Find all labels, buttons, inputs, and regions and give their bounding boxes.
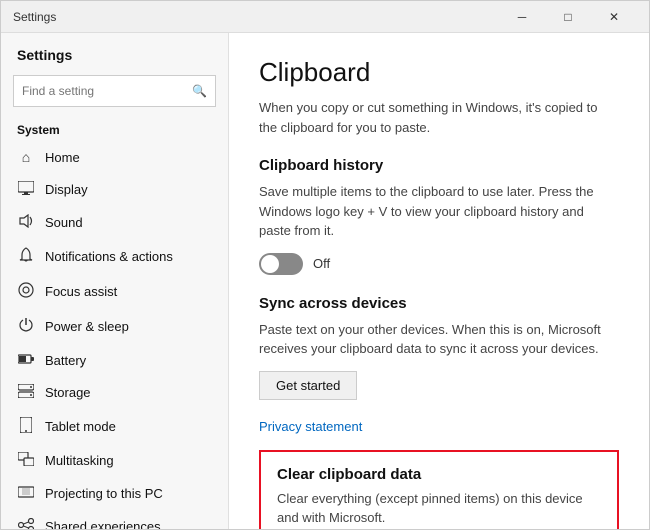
sidebar-item-display[interactable]: Display: [1, 173, 228, 206]
window-title: Settings: [13, 10, 499, 24]
sidebar: Settings 🔍 System ⌂ Home Display: [1, 33, 229, 529]
page-title: Clipboard: [259, 57, 619, 88]
clear-clipboard-title: Clear clipboard data: [277, 466, 601, 483]
minimize-button[interactable]: ─: [499, 1, 545, 33]
sync-devices-desc: Paste text on your other devices. When t…: [259, 320, 619, 359]
sound-icon: [17, 214, 35, 231]
sidebar-item-shared-experiences[interactable]: Shared experiences: [1, 510, 228, 529]
multitasking-icon: [17, 452, 35, 469]
sidebar-item-label: Projecting to this PC: [45, 486, 163, 501]
sidebar-section-title: System: [1, 117, 228, 141]
sidebar-item-label: Multitasking: [45, 453, 114, 468]
clear-clipboard-desc: Clear everything (except pinned items) o…: [277, 489, 601, 528]
title-bar: Settings ─ □ ✕: [1, 1, 649, 33]
sidebar-item-storage[interactable]: Storage: [1, 376, 228, 409]
projecting-icon: [17, 485, 35, 502]
battery-icon: [17, 352, 35, 368]
sidebar-item-power-sleep[interactable]: Power & sleep: [1, 309, 228, 344]
sidebar-item-focus-assist[interactable]: Focus assist: [1, 274, 228, 309]
notifications-icon: [17, 247, 35, 266]
get-started-button[interactable]: Get started: [259, 371, 357, 400]
settings-window: Settings ─ □ ✕ Settings 🔍 System ⌂ Home: [0, 0, 650, 530]
search-box[interactable]: 🔍: [13, 75, 216, 107]
sidebar-item-label: Power & sleep: [45, 319, 129, 334]
clipboard-history-toggle-row: Off: [259, 253, 619, 275]
clear-clipboard-section: Clear clipboard data Clear everything (e…: [259, 450, 619, 530]
sync-devices-title: Sync across devices: [259, 295, 619, 312]
sidebar-item-label: Focus assist: [45, 284, 117, 299]
clipboard-history-title: Clipboard history: [259, 157, 619, 174]
search-input[interactable]: [22, 84, 192, 98]
sidebar-item-sound[interactable]: Sound: [1, 206, 228, 239]
maximize-button[interactable]: □: [545, 1, 591, 33]
sidebar-scroll: ⌂ Home Display Sound: [1, 141, 228, 529]
toggle-knob: [261, 255, 279, 273]
power-icon: [17, 317, 35, 336]
home-icon: ⌂: [17, 149, 35, 165]
sidebar-item-battery[interactable]: Battery: [1, 344, 228, 376]
display-icon: [17, 181, 35, 198]
focus-assist-icon: [17, 282, 35, 301]
sidebar-item-label: Notifications & actions: [45, 249, 173, 264]
main-content: Clipboard When you copy or cut something…: [229, 33, 649, 529]
clipboard-history-desc: Save multiple items to the clipboard to …: [259, 182, 619, 241]
sidebar-item-label: Shared experiences: [45, 519, 161, 529]
sidebar-item-multitasking[interactable]: Multitasking: [1, 444, 228, 477]
sidebar-item-label: Tablet mode: [45, 419, 116, 434]
sidebar-item-label: Home: [45, 150, 80, 165]
sidebar-item-projecting[interactable]: Projecting to this PC: [1, 477, 228, 510]
storage-icon: [17, 384, 35, 401]
tablet-icon: [17, 417, 35, 436]
page-description: When you copy or cut something in Window…: [259, 98, 619, 137]
sidebar-app-title: Settings: [1, 33, 228, 71]
clipboard-history-toggle[interactable]: [259, 253, 303, 275]
toggle-state-label: Off: [313, 256, 330, 271]
close-button[interactable]: ✕: [591, 1, 637, 33]
sidebar-item-home[interactable]: ⌂ Home: [1, 141, 228, 173]
sidebar-item-notifications[interactable]: Notifications & actions: [1, 239, 228, 274]
window-controls: ─ □ ✕: [499, 1, 637, 33]
sidebar-item-tablet-mode[interactable]: Tablet mode: [1, 409, 228, 444]
privacy-statement-link[interactable]: Privacy statement: [259, 419, 362, 434]
shared-icon: [17, 518, 35, 529]
sidebar-item-label: Storage: [45, 385, 91, 400]
sidebar-item-label: Sound: [45, 215, 83, 230]
search-icon: 🔍: [192, 84, 207, 98]
sidebar-item-label: Display: [45, 182, 88, 197]
sidebar-item-label: Battery: [45, 353, 86, 368]
window-content: Settings 🔍 System ⌂ Home Display: [1, 33, 649, 529]
